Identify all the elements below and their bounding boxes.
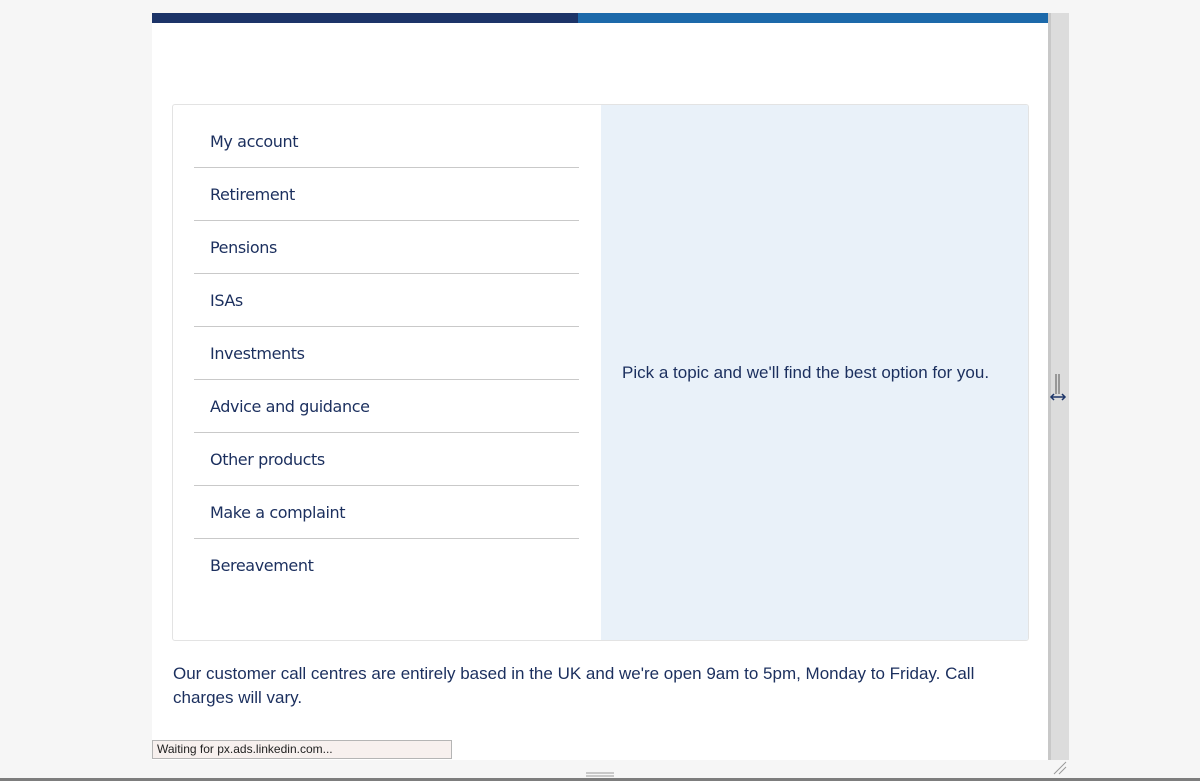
call-centre-note: Our customer call centres are entirely b… <box>173 664 975 707</box>
browser-status-bar: Waiting for px.ads.linkedin.com... <box>152 740 452 759</box>
topic-make-a-complaint[interactable]: Make a complaint <box>194 486 579 539</box>
brand-bar-light <box>578 13 1048 23</box>
brand-top-bar <box>152 13 1048 23</box>
topic-info-panel: Pick a topic and we'll find the best opt… <box>601 105 1028 640</box>
topic-advice-and-guidance[interactable]: Advice and guidance <box>194 380 579 433</box>
topic-menu: My account Retirement Pensions ISAs Inve… <box>173 105 601 640</box>
topic-pensions[interactable]: Pensions <box>194 221 579 274</box>
topic-retirement[interactable]: Retirement <box>194 168 579 221</box>
panel-message: Pick a topic and we'll find the best opt… <box>622 362 990 382</box>
topic-isas[interactable]: ISAs <box>194 274 579 327</box>
topic-my-account[interactable]: My account <box>194 115 579 168</box>
browser-viewport: My account Retirement Pensions ISAs Inve… <box>152 13 1048 760</box>
drag-grip-icon[interactable] <box>586 766 614 777</box>
topic-bereavement[interactable]: Bereavement <box>194 539 579 592</box>
resize-horizontal-icon[interactable] <box>1049 372 1067 406</box>
topic-other-products[interactable]: Other products <box>194 433 579 486</box>
topic-selector-card: My account Retirement Pensions ISAs Inve… <box>172 104 1029 641</box>
corner-resize-icon[interactable] <box>1050 758 1070 778</box>
brand-bar-dark <box>152 13 578 23</box>
topic-investments[interactable]: Investments <box>194 327 579 380</box>
